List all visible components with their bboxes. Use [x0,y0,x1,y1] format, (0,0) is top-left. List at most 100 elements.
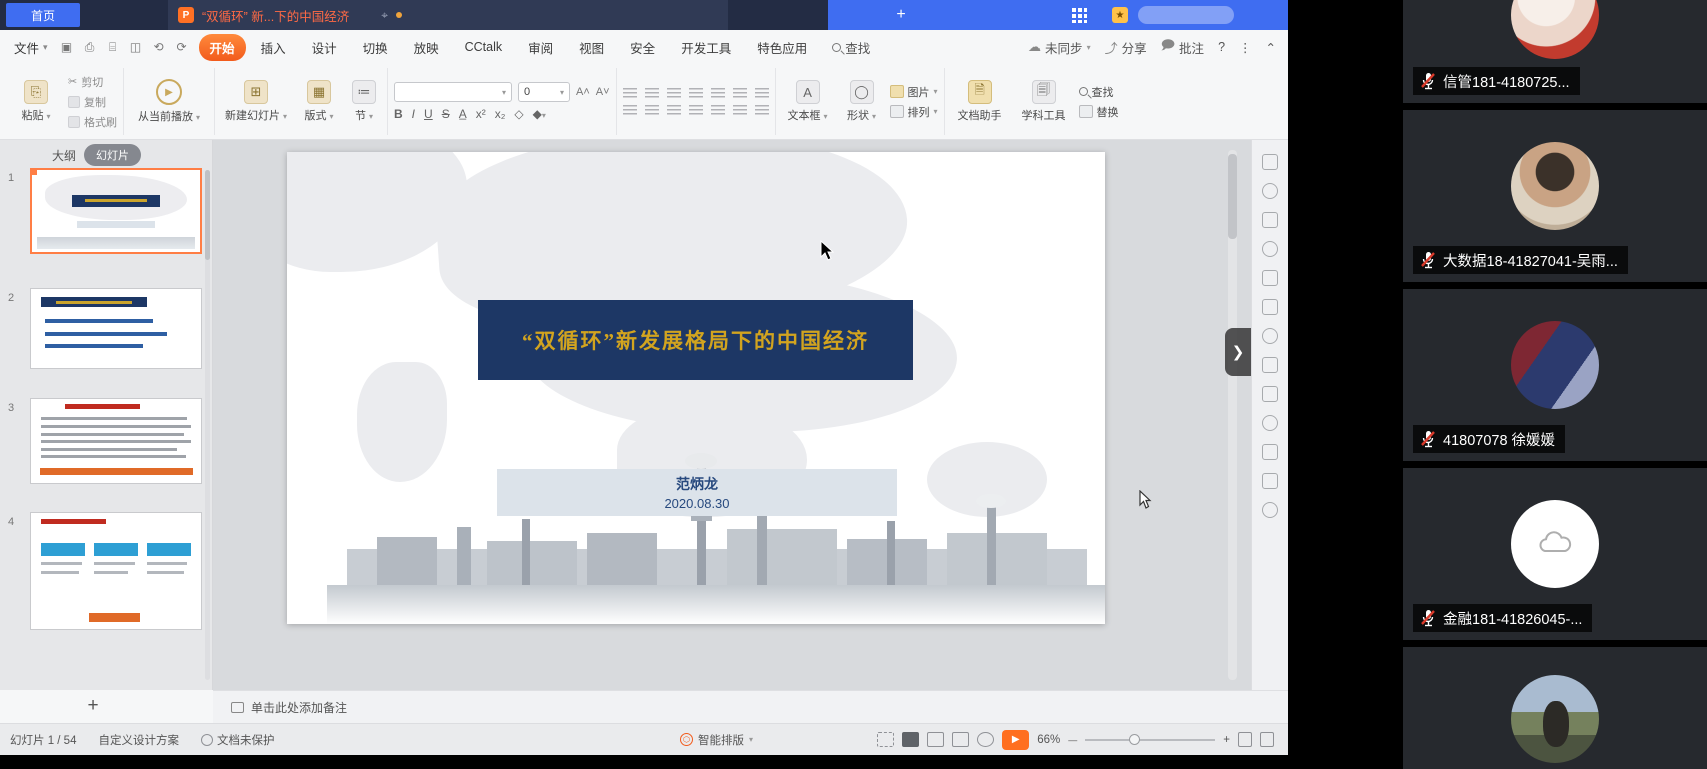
rail-icon[interactable] [1262,241,1278,257]
format-painter-button[interactable]: 格式刷 [68,114,117,130]
indent-decrease-icon[interactable] [667,88,681,99]
subject-tools-button[interactable]: 🗐 学科工具 [1015,80,1073,123]
italic-button[interactable]: I [412,107,415,121]
slide-thumbnail-2[interactable] [30,288,202,369]
preview-icon[interactable]: ◫ [129,40,143,55]
rail-icon[interactable] [1262,154,1278,170]
grid-toggle-icon[interactable] [877,732,894,747]
tab-slides[interactable]: 幻灯片 [84,144,141,166]
font-color-icon[interactable]: A̲ [459,107,467,121]
comment-button[interactable]: 🗩批注 [1161,36,1204,58]
normal-view-button[interactable] [902,732,919,747]
ribbon-search[interactable]: 查找 [832,38,870,57]
columns-icon[interactable] [733,88,747,99]
slide-thumbnail-1[interactable] [30,168,202,254]
slide-thumbnail-4[interactable] [30,512,202,630]
redo-icon[interactable]: ⟳ [175,40,189,55]
tab-insert[interactable]: 插入 [250,34,297,61]
slide-title-box[interactable]: “双循环”新发展格局下的中国经济 [478,300,913,380]
fullscreen-button[interactable] [1260,732,1274,747]
document-tab[interactable]: P “双循环” 新...下的中国经济 ⌖ [168,0,728,30]
superscript-icon[interactable]: x² [476,107,486,121]
notes-bar[interactable]: 单击此处添加备注 [213,690,1288,723]
indent-increase-icon[interactable] [689,88,703,99]
tab-slideshow[interactable]: 放映 [403,34,450,61]
align-center-icon[interactable] [645,105,659,116]
underline-button[interactable]: U [424,107,433,121]
play-from-current-button[interactable]: ▶ 从当前播放 ▾ [130,79,208,124]
rail-icon[interactable] [1262,386,1278,402]
participant-tile[interactable]: 金融181-41826045-... [1403,468,1707,640]
replace-button[interactable]: 替换 [1079,104,1119,120]
rail-icon[interactable] [1262,473,1278,489]
font-size-combobox[interactable]: 0▾ [518,82,570,102]
new-slide-button[interactable]: ⊞ 新建幻灯片 ▾ [221,80,291,123]
rail-icon[interactable] [1262,183,1278,199]
rail-icon[interactable] [1262,357,1278,373]
tab-view[interactable]: 视图 [568,34,615,61]
smart-layout-button[interactable]: ⬡ 智能排版▾ [680,732,753,748]
distribute-icon[interactable] [711,105,725,116]
slide-sorter-view-button[interactable] [927,732,944,747]
justify-icon[interactable] [689,105,703,116]
numbering-icon[interactable] [645,88,659,99]
arrange-button[interactable]: 排列▾ [890,104,938,120]
rail-icon[interactable] [1262,328,1278,344]
tab-special-apps[interactable]: 特色应用 [746,34,818,61]
subscript-icon[interactable]: x₂ [495,107,506,121]
account-pill[interactable] [1138,6,1234,24]
tab-review[interactable]: 审阅 [517,34,564,61]
author-box[interactable]: 范炳龙 2020.08.30 [497,469,897,516]
bold-button[interactable]: B [394,107,403,121]
undo-icon[interactable]: ⟲ [152,40,166,55]
rail-icon[interactable] [1262,299,1278,315]
thumbnail-scrollbar[interactable] [205,170,210,680]
tab-design[interactable]: 设计 [301,34,348,61]
rail-icon[interactable] [1262,415,1278,431]
collapse-ribbon-icon[interactable]: ⌃ [1266,40,1276,55]
zoom-slider[interactable] [1085,739,1215,741]
share-button[interactable]: ⤴分享 [1105,38,1147,57]
paste-button[interactable]: ⎘ 粘贴 ▾ [10,80,62,123]
picture-button[interactable]: 图片▾ [890,84,938,100]
file-menu[interactable]: 文件 ▾ [0,38,58,57]
participant-tile[interactable]: 41807078 徐媛媛 [1403,289,1707,461]
tab-outline[interactable]: 大纲 [52,147,76,164]
handout-view-button[interactable] [977,732,994,747]
clear-format-icon[interactable]: ◇ [514,107,523,121]
zoom-level[interactable]: 66% [1037,734,1060,746]
current-slide[interactable]: “双循环”新发展格局下的中国经济 范炳龙 2020.08.30 [287,152,1105,624]
slideshow-play-button[interactable]: ▶ [1002,730,1029,750]
rail-icon[interactable] [1262,212,1278,228]
canvas-scrollbar[interactable] [1228,150,1237,680]
cut-button[interactable]: ✂剪切 [68,74,117,90]
align-bottom-icon[interactable] [755,105,769,116]
find-button[interactable]: 查找 [1079,84,1119,100]
home-tab[interactable]: 首页 [6,3,80,27]
add-slide-button[interactable]: + [76,693,110,719]
rail-icon[interactable] [1262,270,1278,286]
line-spacing-icon[interactable] [711,88,725,99]
copy-button[interactable]: 复制 [68,94,117,110]
rail-icon[interactable] [1262,444,1278,460]
bullets-icon[interactable] [623,88,637,99]
tab-security[interactable]: 安全 [619,34,666,61]
participant-tile[interactable]: 信管181-4180725... [1403,0,1707,103]
design-scheme-button[interactable]: 自定义设计方案 [98,732,179,748]
membership-icon[interactable]: ★ [1112,7,1128,23]
decrease-font-icon[interactable]: A˅ [596,86,610,98]
apps-grid-icon[interactable] [1072,8,1087,23]
textbox-button[interactable]: A 文本框 ▾ [782,80,834,123]
doc-assistant-button[interactable]: 🗎 文档助手 [951,80,1009,123]
tab-cctalk-plugin[interactable]: CCtalk [454,36,514,58]
increase-font-icon[interactable]: A˄ [576,86,590,98]
participant-tile[interactable]: 大数据18-41827041-吴雨... [1403,110,1707,282]
section-button[interactable]: ≔ 节 ▾ [347,80,381,123]
align-top-icon[interactable] [733,105,747,116]
font-family-combobox[interactable]: ▾ [394,82,512,102]
save-icon[interactable]: ▣ [60,40,74,55]
text-direction-icon[interactable] [755,88,769,99]
participant-tile[interactable] [1403,647,1707,769]
doc-protection-button[interactable]: 文档未保护 [201,732,275,748]
align-right-icon[interactable] [667,105,681,116]
